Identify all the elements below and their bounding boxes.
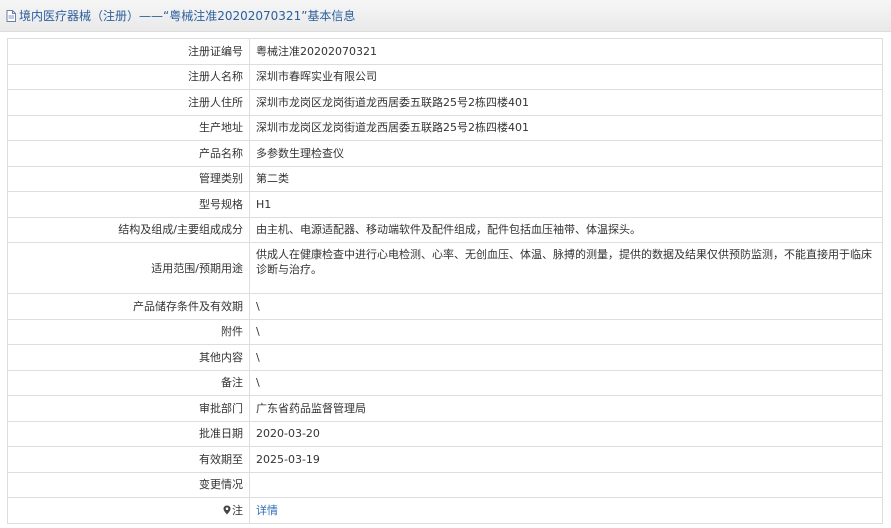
field-label: 有效期至: [7, 446, 250, 473]
field-value: 2020-03-20: [249, 420, 883, 447]
field-value: 供成人在健康检查中进行心电检测、心率、无创血压、体温、脉搏的测量，提供的数据及结…: [249, 242, 883, 294]
table-row: 管理类别 第二类: [7, 165, 883, 192]
table-row: 批准日期 2020-03-20: [7, 420, 883, 447]
table-row: 产品名称 多参数生理检查仪: [7, 140, 883, 167]
field-label: 生产地址: [7, 114, 250, 141]
field-label: 注册人住所: [7, 89, 250, 116]
note-label: 注: [232, 503, 243, 517]
info-table: 注册证编号 粤械注准20202070321 注册人名称 深圳市春晖实业有限公司 …: [7, 38, 883, 524]
field-label: 备注: [7, 369, 250, 396]
field-value: 广东省药品监督管理局: [249, 395, 883, 422]
pin-icon: [223, 505, 231, 515]
field-label: 产品储存条件及有效期: [7, 293, 250, 320]
field-value: 由主机、电源适配器、移动端软件及配件组成，配件包括血压袖带、体温探头。: [249, 216, 883, 243]
field-label: 变更情况: [7, 471, 250, 498]
field-label: 其他内容: [7, 344, 250, 371]
note-row: 注 详情: [7, 497, 883, 524]
table-row: 结构及组成/主要组成成分 由主机、电源适配器、移动端软件及配件组成，配件包括血压…: [7, 216, 883, 243]
table-row: 审批部门 广东省药品监督管理局: [7, 395, 883, 422]
field-label: 产品名称: [7, 140, 250, 167]
field-value: 第二类: [249, 165, 883, 192]
field-label: 管理类别: [7, 165, 250, 192]
field-value: 深圳市春晖实业有限公司: [249, 63, 883, 90]
field-value: \: [249, 344, 883, 371]
field-label: 型号规格: [7, 191, 250, 218]
table-row: 其他内容 \: [7, 344, 883, 371]
table-row: 有效期至 2025-03-19: [7, 446, 883, 473]
field-value: H1: [249, 191, 883, 218]
table-row: 变更情况: [7, 471, 883, 498]
table-row: 附件 \: [7, 318, 883, 345]
note-label-cell: 注: [7, 497, 250, 524]
field-value: [249, 471, 883, 498]
field-label: 审批部门: [7, 395, 250, 422]
table-row: 适用范围/预期用途 供成人在健康检查中进行心电检测、心率、无创血压、体温、脉搏的…: [7, 242, 883, 294]
field-value: 粤械注准20202070321: [249, 38, 883, 65]
details-link[interactable]: 详情: [256, 504, 278, 517]
document-icon: [6, 9, 16, 22]
field-value: 深圳市龙岗区龙岗街道龙西居委五联路25号2栋四楼401: [249, 89, 883, 116]
field-value: 2025-03-19: [249, 446, 883, 473]
field-label: 注册证编号: [7, 38, 250, 65]
header-bar: 境内医疗器械（注册）——“粤械注准20202070321”基本信息: [0, 0, 891, 32]
field-value: \: [249, 318, 883, 345]
field-label: 注册人名称: [7, 63, 250, 90]
table-row: 产品储存条件及有效期 \: [7, 293, 883, 320]
field-label: 批准日期: [7, 420, 250, 447]
field-value: \: [249, 293, 883, 320]
field-label: 结构及组成/主要组成成分: [7, 216, 250, 243]
field-label: 适用范围/预期用途: [7, 242, 250, 294]
page-title: 境内医疗器械（注册）——“粤械注准20202070321”基本信息: [19, 9, 356, 23]
field-value: \: [249, 369, 883, 396]
note-value-cell: 详情: [249, 497, 883, 524]
table-row: 注册证编号 粤械注准20202070321: [7, 38, 883, 65]
table-row: 生产地址 深圳市龙岗区龙岗街道龙西居委五联路25号2栋四楼401: [7, 114, 883, 141]
table-row: 型号规格 H1: [7, 191, 883, 218]
field-value: 多参数生理检查仪: [249, 140, 883, 167]
table-row: 备注 \: [7, 369, 883, 396]
table-row: 注册人名称 深圳市春晖实业有限公司: [7, 63, 883, 90]
field-value: 深圳市龙岗区龙岗街道龙西居委五联路25号2栋四楼401: [249, 114, 883, 141]
field-label: 附件: [7, 318, 250, 345]
table-row: 注册人住所 深圳市龙岗区龙岗街道龙西居委五联路25号2栋四楼401: [7, 89, 883, 116]
